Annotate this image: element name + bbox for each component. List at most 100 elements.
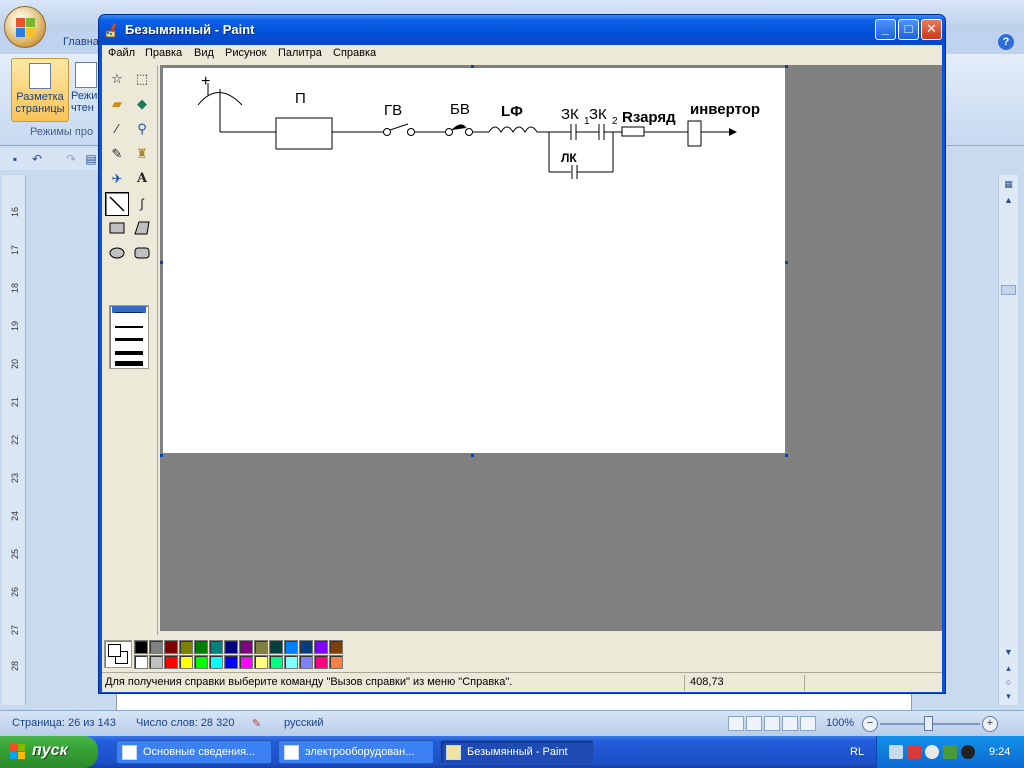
word-count[interactable]: Число слов: 28 320 bbox=[136, 717, 234, 729]
palette-swatch[interactable] bbox=[134, 655, 148, 669]
ruler-toggle-icon[interactable]: ▦ bbox=[1001, 177, 1016, 191]
zoom-slider-knob[interactable] bbox=[924, 716, 933, 731]
palette-swatch[interactable] bbox=[179, 640, 193, 654]
free-select-icon[interactable]: ☆ bbox=[105, 67, 129, 91]
next-page-icon[interactable]: ▾ bbox=[1001, 689, 1016, 703]
task-word-1[interactable]: Основные сведения... bbox=[116, 740, 272, 764]
resize-handle-corner[interactable] bbox=[785, 454, 788, 457]
close-button[interactable]: ✕ bbox=[921, 19, 942, 40]
media-tray-icon[interactable] bbox=[961, 745, 975, 759]
palette-swatch[interactable] bbox=[329, 640, 343, 654]
zoom-level[interactable]: 100% bbox=[826, 717, 854, 729]
menu-image[interactable]: Рисунок bbox=[225, 47, 267, 59]
palette-swatch[interactable] bbox=[299, 655, 313, 669]
fill-bucket-icon[interactable]: ◆ bbox=[130, 92, 154, 116]
palette-swatch[interactable] bbox=[239, 655, 253, 669]
airbrush-icon[interactable]: ✈ bbox=[105, 167, 129, 191]
curve-tool-icon[interactable]: ʃ bbox=[130, 192, 154, 216]
palette-swatch[interactable] bbox=[284, 640, 298, 654]
magnifier-icon[interactable]: ⚲ bbox=[130, 117, 154, 141]
page-count[interactable]: Страница: 26 из 143 bbox=[12, 717, 116, 729]
drawing-canvas[interactable]: + П ГВ БВ LФ ЗК 1 ЗК 2 Rзаряд ЛК инверто… bbox=[163, 68, 785, 453]
vertical-scrollbar[interactable]: ▦ ▲ ▼ ▴ ○ ▾ bbox=[998, 175, 1018, 705]
rounded-rect-tool-icon[interactable] bbox=[130, 242, 154, 266]
network-tray-icon[interactable] bbox=[907, 745, 921, 759]
spellcheck-icon[interactable]: ✎ bbox=[252, 717, 261, 730]
palette-swatch[interactable] bbox=[254, 655, 268, 669]
line-width-1[interactable] bbox=[115, 312, 143, 313]
zoom-in-icon[interactable]: + bbox=[982, 716, 998, 732]
resize-handle-right[interactable] bbox=[785, 261, 788, 264]
tab-home[interactable]: Главна bbox=[63, 36, 99, 48]
line-tool-icon[interactable] bbox=[105, 192, 129, 216]
palette-swatch[interactable] bbox=[134, 640, 148, 654]
menu-colors[interactable]: Палитра bbox=[278, 47, 322, 59]
palette-swatch[interactable] bbox=[284, 655, 298, 669]
menu-help[interactable]: Справка bbox=[333, 47, 376, 59]
polygon-tool-icon[interactable] bbox=[130, 217, 154, 241]
ellipse-tool-icon[interactable] bbox=[105, 242, 129, 266]
paint-titlebar[interactable]: Безымянный - Paint _ □ ✕ bbox=[99, 15, 945, 45]
brush-icon[interactable]: ♜ bbox=[130, 142, 154, 166]
page-layout-view-button[interactable]: Разметка страницы bbox=[11, 58, 69, 122]
view-web-icon[interactable] bbox=[764, 716, 780, 731]
palette-swatch[interactable] bbox=[254, 640, 268, 654]
line-width-2[interactable] bbox=[115, 326, 143, 328]
scroll-thumb[interactable] bbox=[1001, 285, 1016, 295]
printer-tray-icon[interactable] bbox=[889, 745, 903, 759]
resize-handle-bottom[interactable] bbox=[471, 454, 474, 457]
palette-swatch[interactable] bbox=[164, 655, 178, 669]
language-bar[interactable]: RL bbox=[850, 746, 864, 758]
clock[interactable]: 9:24 bbox=[989, 746, 1010, 758]
eraser-icon[interactable]: ▰ bbox=[105, 92, 129, 116]
menu-view[interactable]: Вид bbox=[194, 47, 214, 59]
minimize-button[interactable]: _ bbox=[875, 19, 896, 40]
palette-swatch[interactable] bbox=[194, 655, 208, 669]
view-draft-icon[interactable] bbox=[800, 716, 816, 731]
undo-icon[interactable]: ↶ bbox=[30, 152, 44, 166]
view-reading-icon[interactable] bbox=[746, 716, 762, 731]
office-button[interactable] bbox=[4, 6, 46, 48]
browse-object-icon[interactable]: ○ bbox=[1001, 675, 1016, 689]
palette-swatch[interactable] bbox=[179, 655, 193, 669]
line-width-3[interactable] bbox=[115, 338, 143, 341]
palette-swatch[interactable] bbox=[194, 640, 208, 654]
palette-swatch[interactable] bbox=[329, 655, 343, 669]
help-icon[interactable]: ? bbox=[998, 34, 1014, 50]
palette-swatch[interactable] bbox=[209, 655, 223, 669]
volume-tray-icon[interactable] bbox=[925, 745, 939, 759]
palette-swatch[interactable] bbox=[224, 640, 238, 654]
color-picker-icon[interactable]: ⁄ bbox=[105, 117, 129, 141]
menu-edit[interactable]: Правка bbox=[145, 47, 182, 59]
palette-swatch[interactable] bbox=[269, 640, 283, 654]
scroll-down-icon[interactable]: ▼ bbox=[1001, 645, 1016, 659]
language-indicator[interactable]: русский bbox=[284, 717, 323, 729]
pencil-icon[interactable]: ✎ bbox=[105, 142, 129, 166]
rect-select-icon[interactable]: ⬚ bbox=[130, 67, 154, 91]
view-outline-icon[interactable] bbox=[782, 716, 798, 731]
palette-swatch[interactable] bbox=[314, 655, 328, 669]
save-icon[interactable]: ▪ bbox=[8, 152, 22, 166]
line-width-4[interactable] bbox=[115, 351, 143, 355]
maximize-button[interactable]: □ bbox=[898, 19, 919, 40]
prev-page-icon[interactable]: ▴ bbox=[1001, 661, 1016, 675]
print-icon[interactable]: ▤ bbox=[84, 152, 98, 166]
scroll-up-icon[interactable]: ▲ bbox=[1001, 193, 1016, 207]
menu-file[interactable]: Файл bbox=[108, 47, 135, 59]
palette-swatch[interactable] bbox=[209, 640, 223, 654]
palette-swatch[interactable] bbox=[149, 640, 163, 654]
palette-swatch[interactable] bbox=[269, 655, 283, 669]
palette-swatch[interactable] bbox=[299, 640, 313, 654]
task-paint[interactable]: Безымянный - Paint bbox=[440, 740, 594, 764]
palette-swatch[interactable] bbox=[164, 640, 178, 654]
rectangle-tool-icon[interactable] bbox=[105, 217, 129, 241]
reading-view-button[interactable]: Режи чтен bbox=[71, 58, 101, 122]
task-word-2[interactable]: электрооборудован... bbox=[278, 740, 434, 764]
redo-icon[interactable]: ↷ bbox=[64, 152, 78, 166]
text-tool-icon[interactable]: A bbox=[130, 167, 154, 191]
view-print-layout-icon[interactable] bbox=[728, 716, 744, 731]
start-button[interactable]: пуск bbox=[0, 736, 98, 768]
line-width-5[interactable] bbox=[115, 361, 143, 366]
zoom-out-icon[interactable]: − bbox=[862, 716, 878, 732]
palette-swatch[interactable] bbox=[149, 655, 163, 669]
